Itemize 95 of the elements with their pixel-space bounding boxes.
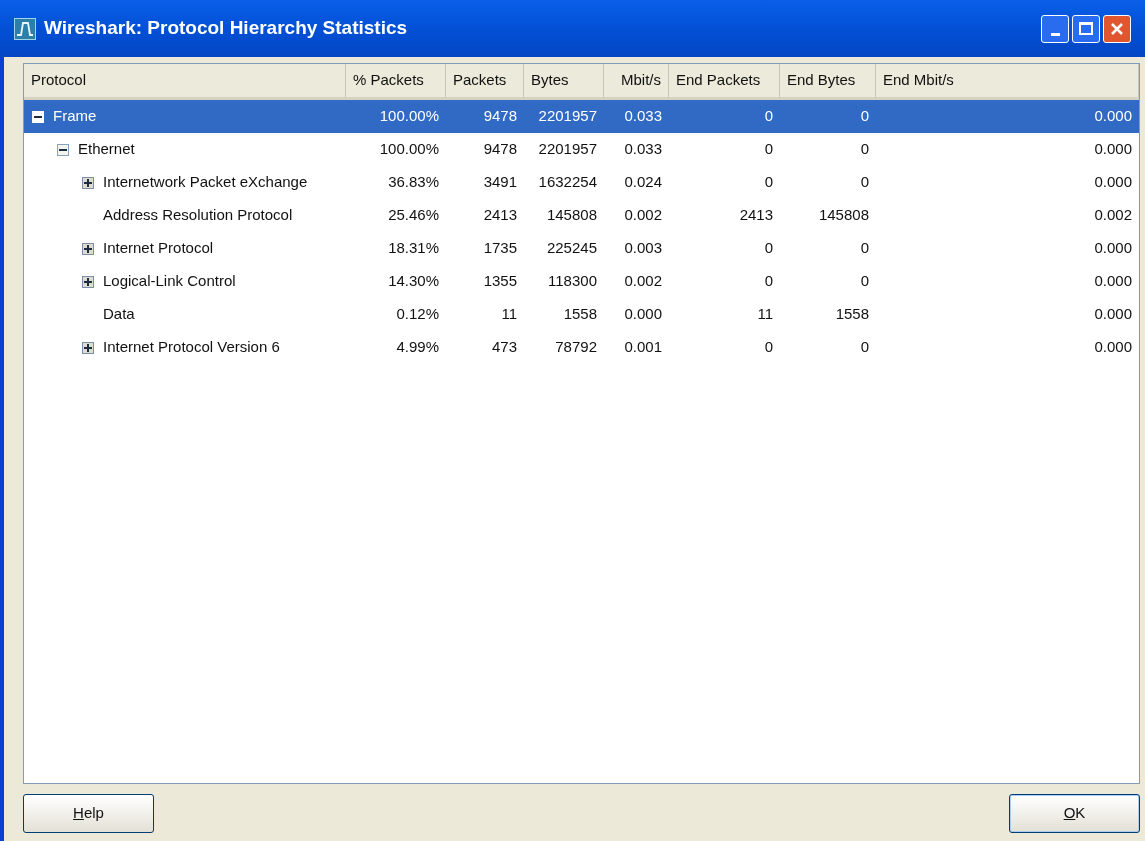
table-cell-text: 0.000 — [1093, 304, 1133, 325]
close-icon — [1110, 21, 1124, 36]
protocol-name: Frame — [53, 106, 97, 127]
table-cell-text: 1735 — [482, 238, 518, 259]
table-cell-text: 11 — [500, 304, 518, 325]
table-cell-text: 0 — [859, 106, 870, 127]
protocol-name: Logical-Link Control — [103, 271, 236, 292]
table-cell-text: 0.033 — [623, 106, 663, 127]
table-cell-text: 2413 — [482, 205, 518, 226]
table-cell-text: 0 — [859, 271, 870, 292]
table-cell-text: 225245 — [545, 238, 598, 259]
table-cell-text: 1558 — [834, 304, 870, 325]
table-cell-text: 11 — [756, 304, 774, 325]
table-cell-text: 1558 — [562, 304, 598, 325]
column-header[interactable]: End Bytes — [780, 64, 876, 97]
table-cell-text: 100.00% — [378, 106, 440, 127]
column-header[interactable]: End Packets — [669, 64, 780, 97]
table-cell-text: 473 — [490, 337, 518, 358]
table-cell-text: 0.003 — [623, 238, 663, 259]
table-cell-text: 14.30% — [387, 271, 440, 292]
table-cell-text: 9478 — [482, 139, 518, 160]
table-row[interactable]: Logical-Link Control 14.30% 1355 118300 0.002 0 0 0.000 — [24, 265, 1139, 298]
table-cell-text: 0.000 — [1093, 238, 1133, 259]
expand-icon[interactable] — [82, 242, 94, 255]
dialog-button[interactable]: OK — [1009, 794, 1140, 833]
table-cell-text: 0 — [859, 139, 870, 160]
table-cell-text: 0 — [859, 172, 870, 193]
table-row[interactable]: Internet Protocol 18.31% 1735 225245 0.003 0 0 0.000 — [24, 232, 1139, 265]
column-header[interactable]: Packets — [446, 64, 524, 97]
table-cell-text: 0.002 — [1093, 205, 1133, 226]
column-header[interactable]: Protocol — [24, 64, 346, 97]
close-button[interactable] — [1103, 14, 1131, 43]
table-cell-text: 9478 — [482, 106, 518, 127]
table-row[interactable]: Ethernet 100.00% 9478 2201957 0.033 0 0 0.000 — [24, 133, 1139, 166]
table-cell-text: 0 — [763, 139, 774, 160]
table-row[interactable]: Internetwork Packet eXchange 36.83% 3491 1632254 0.024 0 0 0.000 — [24, 166, 1139, 199]
table-row[interactable]: Frame 100.00% 9478 2201957 0.033 0 0 0.000 — [24, 100, 1139, 133]
table-cell-text: 0 — [763, 337, 774, 358]
table-cell-text: 0 — [763, 106, 774, 127]
table-cell-text: 2201957 — [537, 106, 598, 127]
expand-icon[interactable] — [82, 341, 94, 354]
table-cell-text: 36.83% — [387, 172, 440, 193]
window-title: Wireshark: Protocol Hierarchy Statistics — [44, 16, 408, 41]
table-cell-text: 4.99% — [395, 337, 440, 358]
table-row[interactable]: Internet Protocol Version 6 4.99% 473 78792 0.001 0 0 0.000 — [24, 331, 1139, 364]
collapse-icon[interactable] — [57, 143, 69, 156]
table-cell-text: 0.000 — [1093, 172, 1133, 193]
table-cell-text: 0.000 — [1093, 271, 1133, 292]
maximize-icon — [1079, 22, 1093, 35]
table-cell-text: 25.46% — [387, 205, 440, 226]
table-cell-text: 0.000 — [1093, 106, 1133, 127]
table-cell-text: 0 — [763, 271, 774, 292]
table-cell-text: 0 — [859, 238, 870, 259]
column-header[interactable]: Mbit/s — [604, 64, 669, 97]
table-row[interactable]: Address Resolution Protocol 25.46% 2413 145808 0.002 2413 145808 0.002 — [24, 199, 1139, 232]
table-cell-text: 0.001 — [623, 337, 663, 358]
expand-icon[interactable] — [82, 275, 94, 288]
table-cell-text: 145808 — [545, 205, 598, 226]
protocol-name: Internet Protocol — [103, 238, 214, 259]
table-cell-text: 18.31% — [387, 238, 440, 259]
table-cell-text: 78792 — [554, 337, 598, 358]
table-cell-text: 3491 — [482, 172, 518, 193]
protocol-name: Ethernet — [78, 139, 135, 160]
table-cell-text: 0.002 — [623, 205, 663, 226]
table-cell-text: 1355 — [482, 271, 518, 292]
table-cell-text: 0.002 — [623, 271, 663, 292]
table-row[interactable]: Data 0.12% 11 1558 0.000 11 1558 0.000 — [24, 298, 1139, 331]
table-cell-text: 2201957 — [537, 139, 598, 160]
table-cell-text: 100.00% — [378, 139, 440, 160]
table-cell-text: 0.12% — [395, 304, 440, 325]
protocol-name: Internet Protocol Version 6 — [103, 337, 280, 358]
minimize-icon — [1050, 32, 1060, 36]
dialog-button[interactable]: Help — [23, 794, 154, 833]
minimize-button[interactable] — [1041, 14, 1069, 43]
protocol-name: Data — [103, 304, 135, 325]
column-header[interactable]: Bytes — [524, 64, 604, 97]
protocol-name: Address Resolution Protocol — [103, 205, 293, 226]
expand-icon[interactable] — [82, 176, 94, 189]
table-cell-text: 118300 — [547, 271, 598, 292]
table-cell-text: 0.033 — [623, 139, 663, 160]
table-cell-text: 0.000 — [1093, 337, 1133, 358]
table-cell-text: 0 — [763, 238, 774, 259]
app-icon — [14, 17, 36, 40]
table-cell-text: 2413 — [738, 205, 774, 226]
column-header[interactable]: % Packets — [346, 64, 446, 97]
table-cell-text: 0 — [859, 337, 870, 358]
table-cell-text: 0.000 — [1093, 139, 1133, 160]
table-cell-text: 145808 — [817, 205, 870, 226]
table-cell-text: 0.000 — [623, 304, 663, 325]
column-header[interactable]: End Mbit/s — [876, 64, 1139, 97]
maximize-button[interactable] — [1072, 14, 1100, 43]
table-cell-text: 1632254 — [537, 172, 598, 193]
protocol-name: Internetwork Packet eXchange — [103, 172, 308, 193]
table-cell-text: 0 — [763, 172, 774, 193]
table-cell-text: 0.024 — [623, 172, 663, 193]
